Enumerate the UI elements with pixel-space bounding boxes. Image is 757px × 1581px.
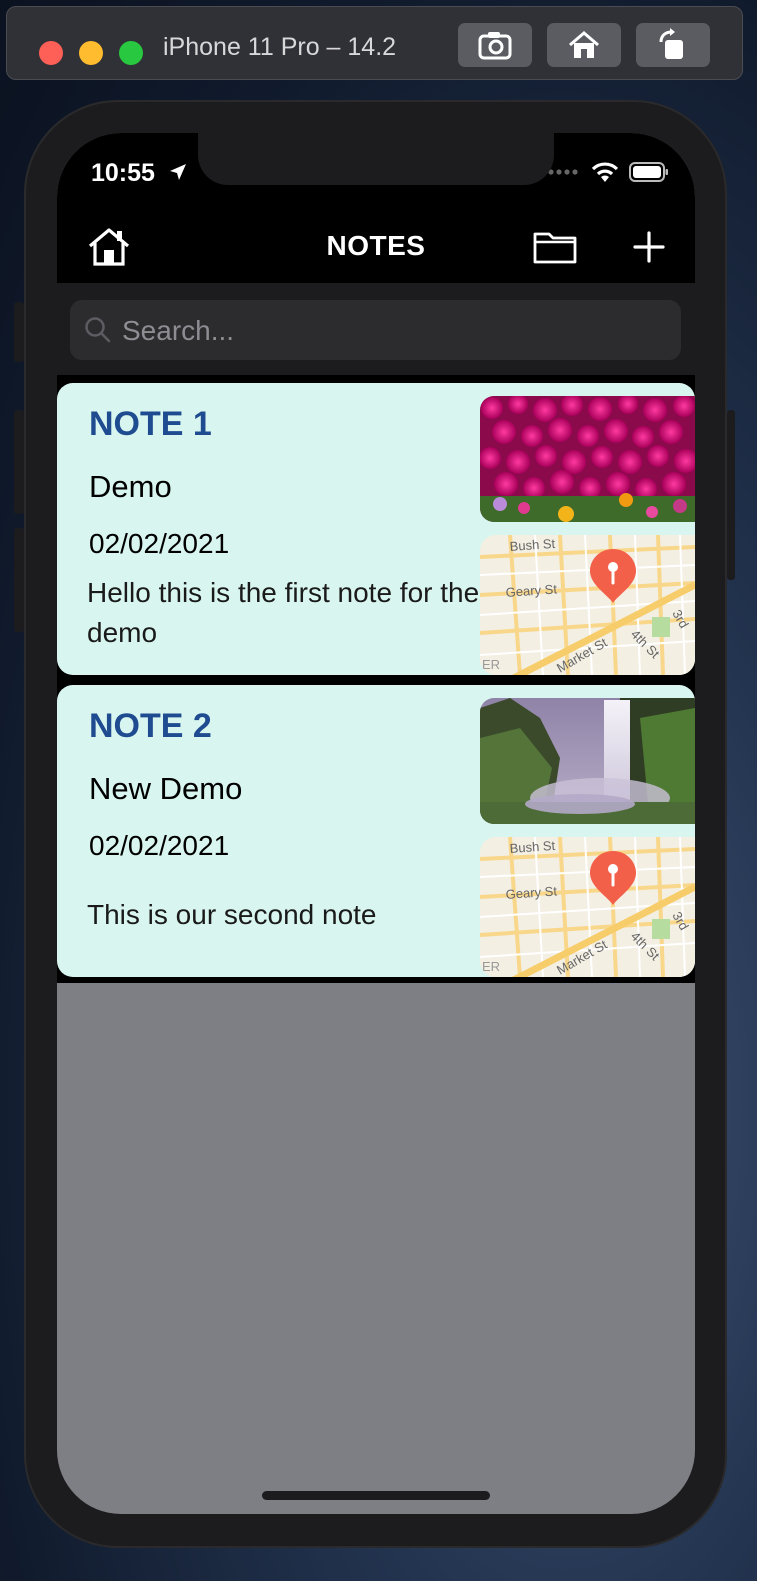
signal-dots-icon xyxy=(548,169,578,175)
search-bar xyxy=(57,283,695,375)
search-field[interactable] xyxy=(70,300,681,362)
map-pin-icon xyxy=(590,549,636,603)
rotate-icon xyxy=(659,28,683,59)
note-photo-waterfall xyxy=(480,698,695,824)
page-title: NOTES xyxy=(326,230,426,261)
search-input[interactable] xyxy=(120,300,664,362)
home-icon xyxy=(569,31,599,58)
note-date: 02/02/2021 xyxy=(89,528,230,559)
map-pin-icon xyxy=(590,851,636,905)
note-subtitle: Demo xyxy=(89,469,172,504)
note-title: NOTE 1 xyxy=(89,405,212,443)
note-location-map[interactable]: Bush St Geary St Market St 4th St 3rd ER xyxy=(480,837,695,977)
zoom-window-button[interactable] xyxy=(119,41,143,65)
simulator-title-bar: iPhone 11 Pro – 14.2 xyxy=(6,6,743,80)
note-card[interactable]: NOTE 1 Demo 02/02/2021 Hello this is the… xyxy=(57,383,695,675)
note-title: NOTE 2 xyxy=(89,707,212,745)
notes-list: NOTE 1 Demo 02/02/2021 Hello this is the… xyxy=(57,375,695,983)
power-button xyxy=(727,410,735,580)
simulator-title: iPhone 11 Pro – 14.2 xyxy=(163,33,397,61)
screenshot-icon xyxy=(478,32,512,60)
home-button[interactable] xyxy=(547,23,621,67)
minimize-window-button[interactable] xyxy=(79,41,103,65)
svg-text:Bush St: Bush St xyxy=(509,838,556,856)
note-card[interactable]: NOTE 2 New Demo 02/02/2021 This is our s… xyxy=(57,685,695,977)
status-time: 10:55 xyxy=(91,159,155,187)
home-indicator[interactable] xyxy=(262,1491,490,1500)
note-body: Hello this is the first note for the dem… xyxy=(87,577,480,648)
rotate-button[interactable] xyxy=(636,23,710,67)
note-date: 02/02/2021 xyxy=(89,830,230,861)
close-window-button[interactable] xyxy=(39,41,63,65)
location-arrow-icon xyxy=(170,164,186,180)
note-location-map[interactable]: Bush St Geary St Market St 4th St 3rd ER xyxy=(480,535,695,675)
note-subtitle: New Demo xyxy=(89,771,243,806)
note-body: This is our second note xyxy=(87,899,377,930)
volume-down-button xyxy=(14,528,24,632)
svg-text:ER: ER xyxy=(482,657,500,672)
screenshot-button[interactable] xyxy=(458,23,532,67)
battery-icon xyxy=(629,162,668,182)
notch xyxy=(198,133,554,185)
svg-text:Bush St: Bush St xyxy=(509,536,556,554)
app-screen: 10:55 NOTES Search... NOTE 1 Demo 02/02/… xyxy=(57,133,695,1514)
folder-icon[interactable] xyxy=(533,230,577,264)
volume-up-button xyxy=(14,410,24,514)
add-note-icon[interactable] xyxy=(632,230,666,264)
status-indicators xyxy=(547,161,669,183)
note-photo-flowers xyxy=(480,396,695,522)
wifi-icon xyxy=(591,162,619,182)
search-icon xyxy=(85,317,111,343)
svg-text:ER: ER xyxy=(482,959,500,974)
mute-switch xyxy=(14,302,24,362)
